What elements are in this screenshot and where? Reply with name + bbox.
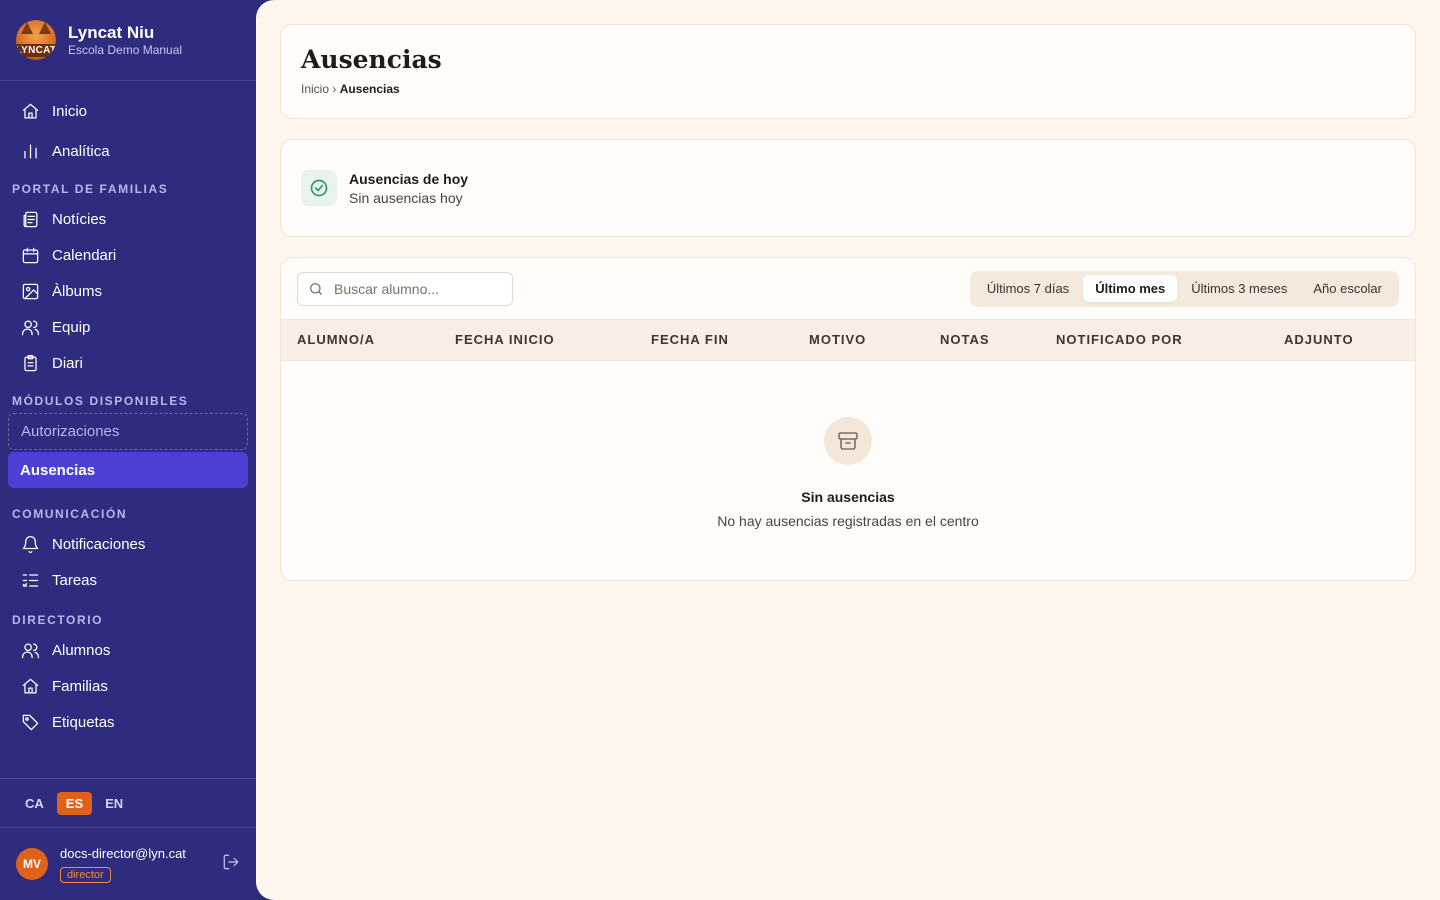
sidebar-item-notificaciones[interactable]: Notificaciones [0,526,256,562]
column-header-end-date[interactable]: FECHA FIN [651,320,729,360]
user-email: docs-director@lyn.cat [60,845,186,861]
empty-state-subtitle: No hay ausencias registradas en el centr… [717,513,979,529]
search-box[interactable] [297,271,513,306]
sidebar-item-tareas[interactable]: Tareas [0,562,256,598]
column-header-start-date[interactable]: FECHA INICIO [455,320,555,360]
home-icon [20,101,40,121]
empty-state: Sin ausencias No hay ausencias registrad… [281,361,1415,529]
section-portal: PORTAL DE FAMILIAS [12,182,169,196]
page-title: Ausencias [301,45,442,74]
sidebar-item-equip[interactable]: Equip [0,309,256,345]
list-check-icon [20,570,40,590]
sidebar-item-label: Familias [52,677,108,695]
bar-chart-icon [20,141,40,161]
search-input[interactable] [334,280,494,297]
sidebar-item-label: Ausencias [20,461,96,479]
sidebar-item-autorizaciones[interactable]: Autorizaciones [8,413,248,450]
search-icon [310,282,322,295]
sidebar-item-label: Calendari [52,246,117,264]
brand[interactable]: LYNCAT Lyncat Niu Escola Demo Manual [0,0,256,81]
today-title: Ausencias de hoy [349,170,469,187]
column-header-reason[interactable]: MOTIVO [809,320,866,360]
sidebar-item-label: Tareas [52,571,98,589]
column-header-notes[interactable]: NOTAS [940,320,990,360]
brand-title: Lyncat Niu [68,23,155,42]
sidebar-item-label: Etiquetas [52,713,115,731]
table-header: ALUMNO/A FECHA INICIO FECHA FIN MOTIVO N… [281,319,1415,361]
language-switcher: CA ES EN [0,778,256,828]
breadcrumb-separator: › [332,82,337,96]
column-header-notified-by[interactable]: NOTIFICADO POR [1056,320,1183,360]
sidebar-item-albums[interactable]: Àlbums [0,273,256,309]
column-header-attachment[interactable]: ADJUNTO [1284,320,1354,360]
logo: LYNCAT [16,20,56,60]
brand-subtitle: Escola Demo Manual [68,43,183,57]
filter-last-3-months[interactable]: Últimos 3 meses [1179,275,1299,302]
newspaper-icon [20,209,40,229]
sidebar-item-calendari[interactable]: Calendari [0,237,256,273]
today-subtitle: Sin ausencias hoy [349,189,463,206]
sidebar-item-ausencias[interactable]: Ausencias [8,452,248,488]
section-directory: DIRECTORIO [12,613,104,627]
home-icon [20,676,40,696]
empty-state-title: Sin ausencias [801,489,895,505]
breadcrumb-current: Ausencias [339,82,400,96]
logo-text: LYNCAT [16,44,56,57]
sidebar-item-alumnos[interactable]: Alumnos [0,632,256,668]
page-header: Ausencias Inicio › Ausencias [280,24,1416,119]
table-toolbar: Últimos 7 días Último mes Últimos 3 mese… [281,258,1415,319]
users-icon [20,640,40,660]
sidebar: LYNCAT Lyncat Niu Escola Demo Manual Ini… [0,0,256,900]
sidebar-nav: Inicio Analítica PORTAL DE FAMILIAS Notí… [0,81,256,740]
sidebar-item-label: Notificaciones [52,535,146,553]
image-icon [20,281,40,301]
filter-last-month[interactable]: Último mes [1083,275,1178,302]
sidebar-item-etiquetas[interactable]: Etiquetas [0,704,256,740]
users-icon [20,317,40,337]
calendar-icon [20,245,40,265]
role-badge: director [60,866,111,883]
lang-ca-button[interactable]: CA [16,792,53,815]
sidebar-item-label: Notícies [52,210,107,228]
sidebar-item-diari[interactable]: Diari [0,345,256,381]
date-range-filter: Últimos 7 días Último mes Últimos 3 mese… [969,270,1399,307]
bell-icon [20,534,40,554]
sidebar-item-label: Diari [52,354,83,372]
breadcrumb: Inicio › Ausencias [301,82,1395,96]
today-absences-card: Ausencias de hoy Sin ausencias hoy [280,139,1416,237]
sidebar-item-familias[interactable]: Familias [0,668,256,704]
avatar[interactable]: MV [16,848,48,880]
sidebar-item-noticies[interactable]: Notícies [0,201,256,237]
main-content: Ausencias Inicio › Ausencias Ausencias d… [256,0,1440,900]
absences-table-card: Últimos 7 días Último mes Últimos 3 mese… [280,257,1416,581]
filter-school-year[interactable]: Año escolar [1301,275,1394,302]
sidebar-item-analitica[interactable]: Analítica [0,131,256,171]
sidebar-item-label: Inicio [52,102,88,120]
breadcrumb-home-link[interactable]: Inicio [301,82,329,96]
logout-icon[interactable] [222,853,240,876]
column-header-student[interactable]: ALUMNO/A [297,320,375,360]
lang-en-button[interactable]: EN [96,792,132,815]
filter-last-7-days[interactable]: Últimos 7 días [975,275,1081,302]
user-panel: MV docs-director@lyn.cat director [0,828,256,900]
sidebar-item-inicio[interactable]: Inicio [0,91,256,131]
tag-icon [20,712,40,732]
sidebar-item-label: Autorizaciones [21,423,120,440]
sidebar-item-label: Àlbums [52,282,103,300]
sidebar-item-label: Alumnos [52,641,111,659]
lang-es-button[interactable]: ES [56,791,93,815]
sidebar-item-label: Analítica [52,142,110,160]
section-modules: MÓDULOS DISPONIBLES [12,394,189,408]
section-comms: COMUNICACIÓN [12,507,128,521]
sidebar-item-label: Equip [52,318,91,336]
archive-icon [824,417,872,465]
check-circle-icon [301,170,337,206]
clipboard-icon [20,353,40,373]
